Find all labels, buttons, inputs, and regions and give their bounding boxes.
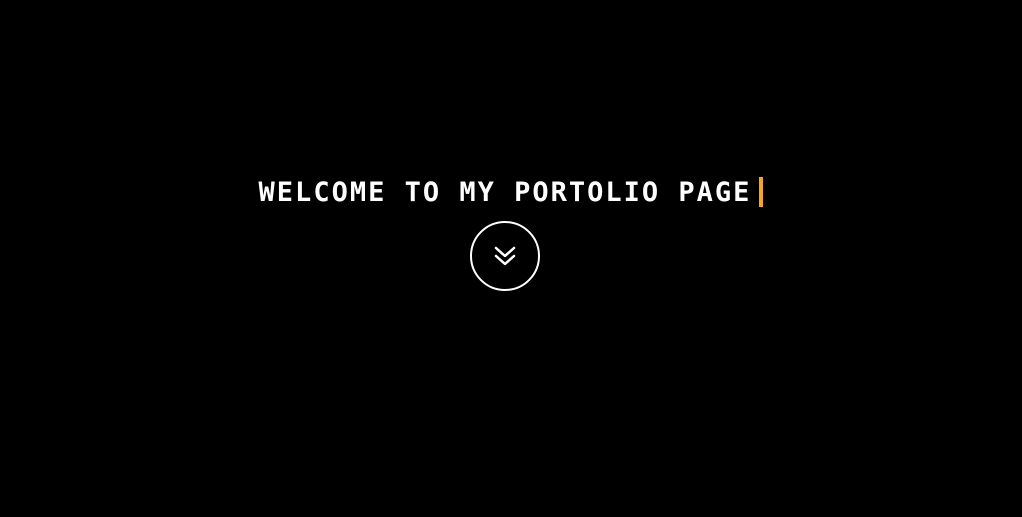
hero-section: WELCOME TO MY PORTOLIO PAGE [0, 0, 1022, 517]
headline-row: WELCOME TO MY PORTOLIO PAGE [0, 170, 1022, 214]
hero-headline: WELCOME TO MY PORTOLIO PAGE [258, 176, 752, 208]
double-chevron-down-icon [492, 243, 518, 269]
typing-cursor [759, 177, 764, 207]
scroll-down-button[interactable] [470, 221, 540, 291]
